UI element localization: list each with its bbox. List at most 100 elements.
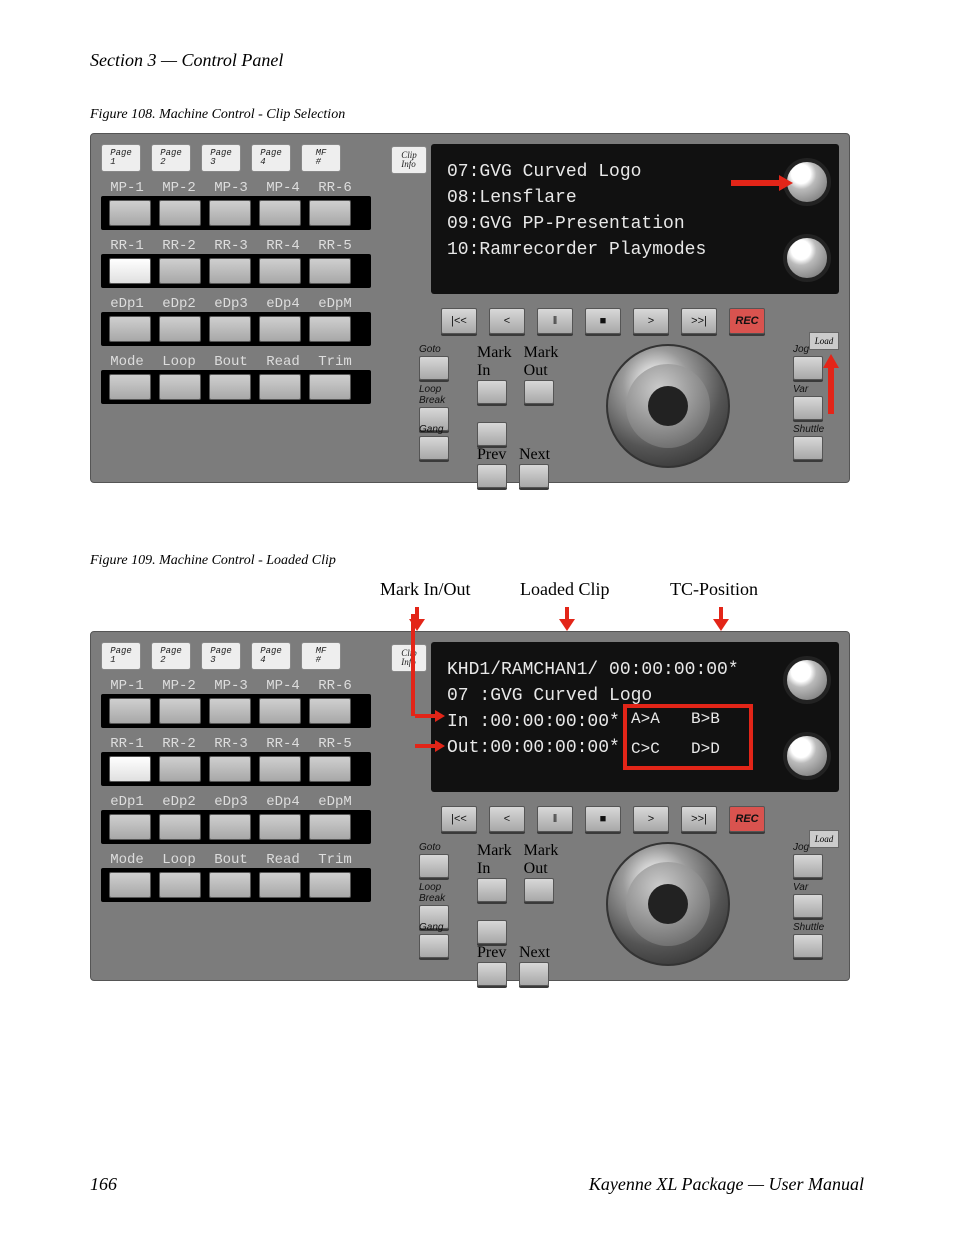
mode-button[interactable]	[109, 374, 151, 400]
page-3-button[interactable]: Page3	[201, 642, 241, 670]
clip-07: 07:GVG Curved Logo	[447, 162, 823, 182]
blank-button-1[interactable]	[477, 920, 507, 944]
jog-button[interactable]	[793, 854, 823, 878]
pause-button[interactable]: ‖	[537, 308, 573, 334]
mark-in-button[interactable]	[477, 878, 507, 902]
trim-button[interactable]	[309, 872, 351, 898]
goto-button[interactable]	[419, 356, 449, 380]
read-button[interactable]	[259, 872, 301, 898]
rec-button[interactable]: REC	[729, 806, 765, 832]
gang-button[interactable]	[419, 934, 449, 958]
go-end-button[interactable]: >>|	[681, 308, 717, 334]
trim-button[interactable]	[309, 374, 351, 400]
rr3-button[interactable]	[209, 258, 251, 284]
page-3-button[interactable]: Page3	[201, 144, 241, 172]
edpm-button[interactable]	[309, 814, 351, 840]
edp1-button[interactable]	[109, 814, 151, 840]
var-button[interactable]	[793, 894, 823, 918]
bout-button[interactable]	[209, 374, 251, 400]
clip-info-button[interactable]: ClipInfo	[391, 644, 427, 672]
next-button[interactable]	[519, 464, 549, 488]
mp4-button[interactable]	[259, 698, 301, 724]
mp3-button[interactable]	[209, 200, 251, 226]
clip-info-button[interactable]: ClipInfo	[391, 146, 427, 174]
jog-button[interactable]	[793, 356, 823, 380]
next-button[interactable]	[519, 962, 549, 986]
mp4-button[interactable]	[259, 200, 301, 226]
rec-button[interactable]: REC	[729, 308, 765, 334]
bank4-labels: ModeLoopBoutReadTrim	[101, 354, 381, 370]
rr3-button[interactable]	[209, 756, 251, 782]
figure-109-panel: Page1 Page2 Page3 Page4 MF# MP-1MP-2MP-3…	[90, 631, 850, 981]
clip-list-display: 07:GVG Curved Logo 08:Lensflare 09:GVG P…	[431, 144, 839, 294]
mf-number-button[interactable]: MF#	[301, 144, 341, 172]
page-4-button[interactable]: Page4	[251, 642, 291, 670]
loop-button[interactable]	[159, 374, 201, 400]
figure-108-caption: Figure 108. Machine Control - Clip Selec…	[90, 107, 864, 123]
rr1-button[interactable]	[109, 756, 151, 782]
rr4-button[interactable]	[259, 258, 301, 284]
mp1-button[interactable]	[109, 698, 151, 724]
jog-wheel[interactable]	[606, 344, 730, 468]
edp2-button[interactable]	[159, 814, 201, 840]
edp4-button[interactable]	[259, 316, 301, 342]
goto-button[interactable]	[419, 854, 449, 878]
scroll-knob-bottom[interactable]	[783, 234, 831, 282]
transport-area-2: |<< < ‖ ■ > >>| REC Load Goto LoopBreak …	[431, 802, 839, 970]
rew-button[interactable]: <	[489, 308, 525, 334]
rr4-button[interactable]	[259, 756, 301, 782]
jog-wheel[interactable]	[606, 842, 730, 966]
rr2-button[interactable]	[159, 756, 201, 782]
mark-out-button[interactable]	[524, 380, 554, 404]
page-1-button[interactable]: Page1	[101, 642, 141, 670]
scroll-knob-bottom[interactable]	[783, 732, 831, 780]
rr2-button[interactable]	[159, 258, 201, 284]
rr1-button[interactable]	[109, 258, 151, 284]
rr6-button[interactable]	[309, 200, 351, 226]
mp1-button[interactable]	[109, 200, 151, 226]
rew-button[interactable]: <	[489, 806, 525, 832]
doc-title: Kayenne XL Package — User Manual	[589, 1174, 864, 1195]
edp4-button[interactable]	[259, 814, 301, 840]
mark-in-button[interactable]	[477, 380, 507, 404]
mp2-button[interactable]	[159, 698, 201, 724]
go-start-button[interactable]: |<<	[441, 308, 477, 334]
loaded-clip-name: 07 :GVG Curved Logo	[447, 686, 823, 706]
edp2-button[interactable]	[159, 316, 201, 342]
rr6-button[interactable]	[309, 698, 351, 724]
shuttle-button[interactable]	[793, 436, 823, 460]
page-1-button[interactable]: Page1	[101, 144, 141, 172]
gang-button[interactable]	[419, 436, 449, 460]
pause-button[interactable]: ‖	[537, 806, 573, 832]
mf-number-button[interactable]: MF#	[301, 642, 341, 670]
play-button[interactable]: >	[633, 308, 669, 334]
edp3-button[interactable]	[209, 316, 251, 342]
mp2-button[interactable]	[159, 200, 201, 226]
rr5-button[interactable]	[309, 756, 351, 782]
page-2-button[interactable]: Page2	[151, 642, 191, 670]
mark-out-button[interactable]	[524, 878, 554, 902]
prev-button[interactable]	[477, 464, 507, 488]
stop-button[interactable]: ■	[585, 806, 621, 832]
stop-button[interactable]: ■	[585, 308, 621, 334]
shuttle-button[interactable]	[793, 934, 823, 958]
edp1-button[interactable]	[109, 316, 151, 342]
scroll-knob-top[interactable]	[783, 656, 831, 704]
page-2-button[interactable]: Page2	[151, 144, 191, 172]
loop-button[interactable]	[159, 872, 201, 898]
section-header: Section 3 — Control Panel	[90, 50, 864, 71]
mode-button[interactable]	[109, 872, 151, 898]
page-4-button[interactable]: Page4	[251, 144, 291, 172]
go-end-button[interactable]: >>|	[681, 806, 717, 832]
bout-button[interactable]	[209, 872, 251, 898]
mp3-button[interactable]	[209, 698, 251, 724]
blank-button-1[interactable]	[477, 422, 507, 446]
prev-button[interactable]	[477, 962, 507, 986]
edp3-button[interactable]	[209, 814, 251, 840]
go-start-button[interactable]: |<<	[441, 806, 477, 832]
play-button[interactable]: >	[633, 806, 669, 832]
var-button[interactable]	[793, 396, 823, 420]
rr5-button[interactable]	[309, 258, 351, 284]
edpm-button[interactable]	[309, 316, 351, 342]
read-button[interactable]	[259, 374, 301, 400]
